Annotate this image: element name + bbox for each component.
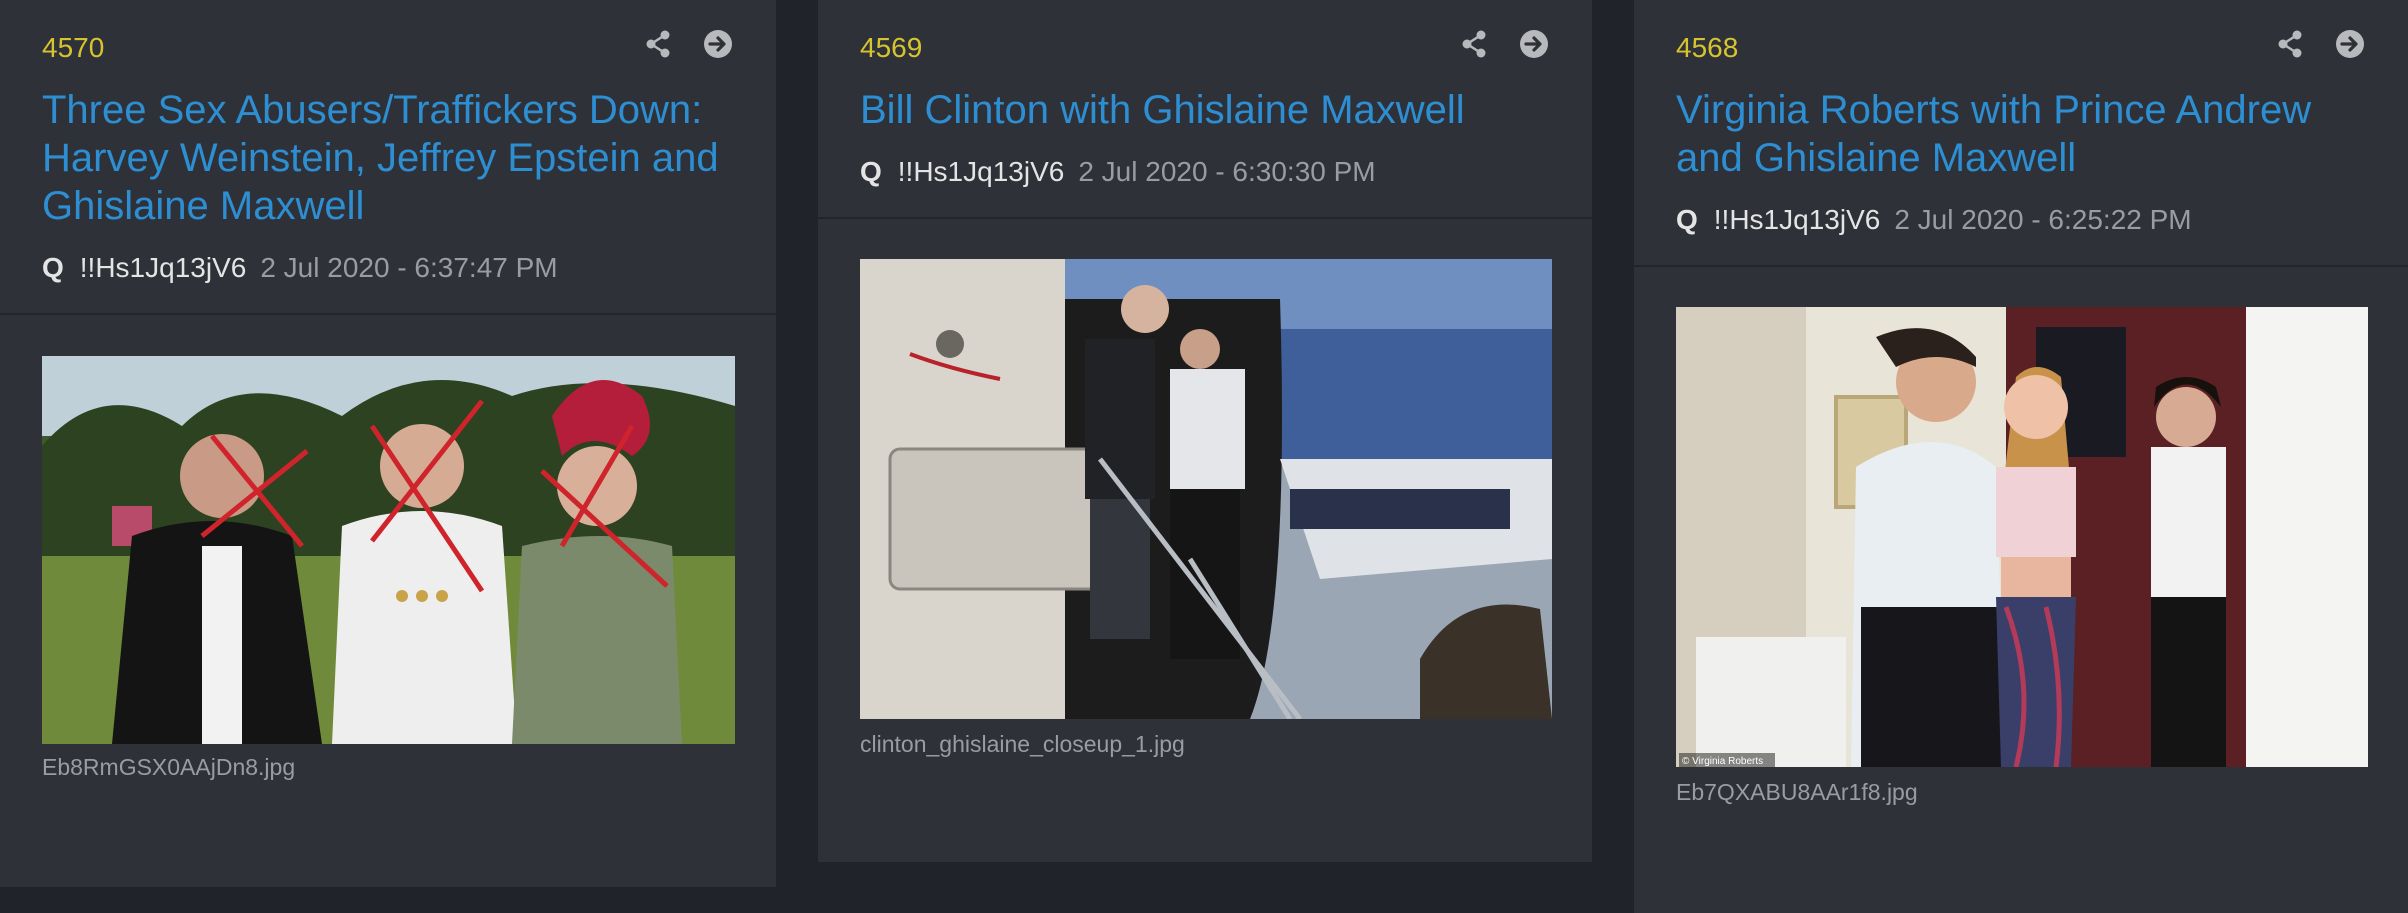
post-date: 2 Jul 2020 - 6:37:47 PM bbox=[260, 252, 558, 283]
post-title[interactable]: Virginia Roberts with Prince Andrew and … bbox=[1676, 86, 2366, 182]
arrow-right-circle-icon[interactable] bbox=[2334, 28, 2366, 60]
image-filename[interactable]: Eb8RmGSX0AAjDn8.jpg bbox=[42, 754, 295, 781]
post-date: 2 Jul 2020 - 6:25:22 PM bbox=[1894, 204, 2192, 235]
post-card: 4569 Bill Clinton with Ghislaine Maxwell… bbox=[818, 0, 1592, 862]
arrow-right-circle-icon[interactable] bbox=[702, 28, 734, 60]
post-card: 4570 Three Sex Abusers/Traffickers Down:… bbox=[0, 0, 776, 887]
author: Q bbox=[1676, 204, 1698, 235]
post-actions bbox=[642, 28, 734, 60]
divider bbox=[1634, 265, 2408, 267]
post-image[interactable]: © Virginia Roberts bbox=[1676, 307, 2368, 767]
tripcode: !!Hs1Jq13jV6 bbox=[897, 156, 1065, 187]
post-date: 2 Jul 2020 - 6:30:30 PM bbox=[1078, 156, 1376, 187]
post-meta: Q !!Hs1Jq13jV6 2 Jul 2020 - 6:25:22 PM bbox=[1676, 204, 2192, 236]
share-icon[interactable] bbox=[642, 28, 674, 60]
share-icon[interactable] bbox=[2274, 28, 2306, 60]
author: Q bbox=[860, 156, 882, 187]
post-number[interactable]: 4570 bbox=[42, 32, 104, 64]
share-icon[interactable] bbox=[1458, 28, 1490, 60]
post-actions bbox=[1458, 28, 1550, 60]
tripcode: !!Hs1Jq13jV6 bbox=[79, 252, 247, 283]
post-actions bbox=[2274, 28, 2366, 60]
image-filename[interactable]: clinton_ghislaine_closeup_1.jpg bbox=[860, 731, 1185, 758]
post-title[interactable]: Bill Clinton with Ghislaine Maxwell bbox=[860, 86, 1550, 134]
post-card: 4568 Virginia Roberts with Prince Andrew… bbox=[1634, 0, 2408, 913]
author: Q bbox=[42, 252, 64, 283]
post-number[interactable]: 4568 bbox=[1676, 32, 1738, 64]
post-number[interactable]: 4569 bbox=[860, 32, 922, 64]
image-filename[interactable]: Eb7QXABU8AAr1f8.jpg bbox=[1676, 779, 1918, 806]
post-meta: Q !!Hs1Jq13jV6 2 Jul 2020 - 6:30:30 PM bbox=[860, 156, 1376, 188]
arrow-right-circle-icon[interactable] bbox=[1518, 28, 1550, 60]
divider bbox=[818, 217, 1592, 219]
divider bbox=[0, 313, 776, 315]
post-title[interactable]: Three Sex Abusers/Traffickers Down: Harv… bbox=[42, 86, 734, 230]
post-image[interactable] bbox=[860, 259, 1552, 719]
tripcode: !!Hs1Jq13jV6 bbox=[1713, 204, 1881, 235]
image-watermark: © Virginia Roberts bbox=[1682, 756, 1763, 767]
post-image[interactable] bbox=[42, 356, 735, 744]
post-meta: Q !!Hs1Jq13jV6 2 Jul 2020 - 6:37:47 PM bbox=[42, 252, 558, 284]
